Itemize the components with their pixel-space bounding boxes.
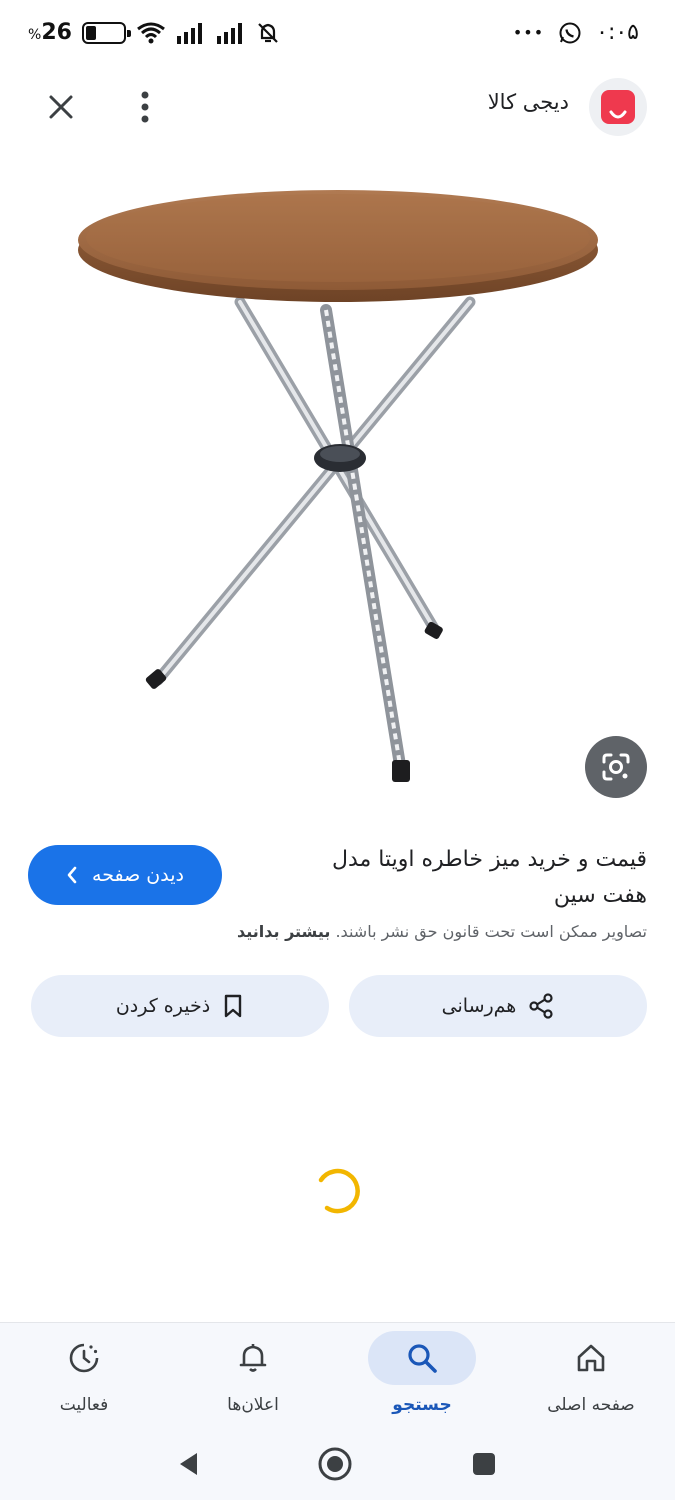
visit-label: دیدن صفحه — [92, 864, 184, 886]
google-lens-button[interactable] — [585, 736, 647, 798]
learn-more-link[interactable]: بیشتر بدانید — [237, 922, 330, 941]
recents-button[interactable] — [462, 1442, 506, 1486]
back-button[interactable] — [166, 1442, 210, 1486]
loading-spinner — [313, 1166, 363, 1216]
nav-notifications[interactable]: اعلان‌ها — [169, 1323, 337, 1429]
source-name[interactable]: دیجی کالا — [488, 90, 569, 114]
more-options-button[interactable] — [120, 82, 170, 132]
signal-icon-2 — [216, 22, 246, 44]
battery-percent: %26 — [28, 20, 72, 45]
search-icon — [408, 1344, 437, 1373]
more-notifications-icon: ••• — [512, 23, 545, 42]
digikala-logo-icon — [601, 90, 635, 124]
status-left: %26 — [28, 20, 280, 45]
signal-icon — [176, 22, 206, 44]
close-icon — [49, 95, 73, 119]
product-image[interactable] — [0, 150, 675, 810]
lens-icon — [602, 753, 630, 781]
more-vert-icon — [141, 91, 149, 123]
bell-off-icon — [256, 21, 280, 45]
copyright-notice: تصاویر ممکن است تحت قانون حق نشر باشند. … — [27, 922, 647, 941]
save-button[interactable]: ذخیره کردن — [31, 975, 329, 1037]
bookmark-icon — [224, 994, 242, 1018]
nav-home-label: صفحه اصلی — [547, 1395, 635, 1415]
nav-search[interactable]: جستجو — [338, 1323, 506, 1429]
system-navigation-bar — [0, 1428, 675, 1500]
bell-icon — [239, 1344, 267, 1372]
activity-icon — [69, 1343, 99, 1373]
nav-notifications-label: اعلان‌ها — [227, 1395, 279, 1415]
status-right: ••• ۰:۰۵ — [513, 20, 639, 45]
nav-activity[interactable]: فعالیت — [0, 1323, 168, 1429]
save-label: ذخیره کردن — [115, 995, 211, 1017]
nav-home[interactable]: صفحه اصلی — [507, 1323, 675, 1429]
recents-square-icon — [473, 1453, 495, 1475]
wifi-icon — [136, 21, 166, 45]
status-bar: %26 ••• ۰:۰۵ — [0, 0, 675, 68]
home-icon — [577, 1344, 605, 1372]
battery-icon — [81, 21, 131, 44]
chevron-left-icon — [67, 866, 77, 884]
whatsapp-icon — [558, 21, 582, 45]
bottom-navigation: صفحه اصلی جستجو اعلان‌ها فعالیت — [0, 1322, 675, 1428]
share-button[interactable]: هم‌رسانی — [349, 975, 647, 1037]
share-label: هم‌رسانی — [441, 995, 517, 1017]
header: دیجی کالا — [0, 68, 675, 144]
table-illustration — [78, 190, 598, 782]
result-title[interactable]: قیمت و خرید میز خاطره اویتا مدل هفت سین — [287, 842, 647, 914]
copyright-text: تصاویر ممکن است تحت قانون حق نشر باشند. — [335, 922, 647, 941]
back-triangle-icon — [180, 1453, 197, 1475]
nav-search-label: جستجو — [392, 1395, 452, 1415]
share-icon — [529, 993, 553, 1019]
home-system-button[interactable] — [313, 1442, 357, 1486]
home-circle-icon — [318, 1447, 352, 1481]
source-logo[interactable] — [589, 78, 647, 136]
close-button[interactable] — [36, 82, 86, 132]
nav-activity-label: فعالیت — [59, 1395, 109, 1415]
clock: ۰:۰۵ — [596, 20, 639, 45]
visit-page-button[interactable]: دیدن صفحه — [28, 845, 222, 905]
